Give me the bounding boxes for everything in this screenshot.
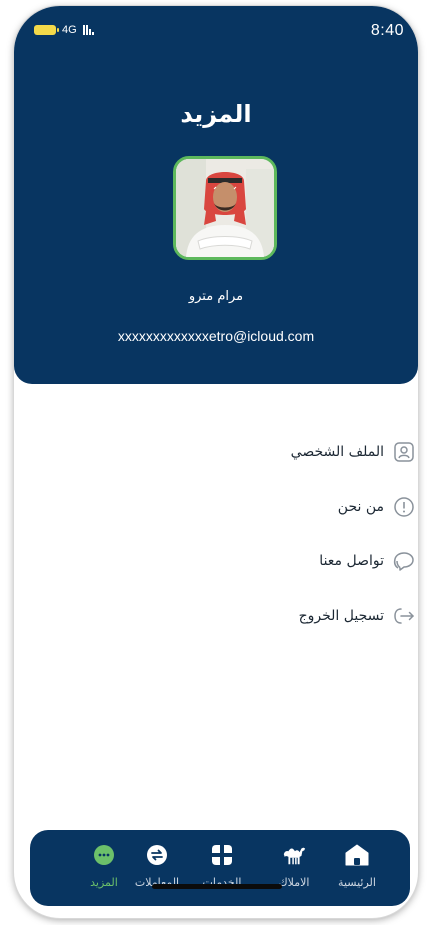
- exchange-icon: [144, 842, 170, 868]
- status-time: 8:40: [370, 22, 404, 39]
- menu-item-label: تواصل معنا: [319, 553, 384, 569]
- status-indicators: 4G: [34, 24, 94, 36]
- page-title: المزيد: [180, 100, 252, 128]
- bottom-nav: الرئيسية الاملاك الخدمات المعاملات المزي…: [30, 830, 410, 906]
- status-bar: 4G 8:40: [14, 6, 418, 54]
- nav-item-more[interactable]: المزيد: [69, 842, 139, 889]
- menu-item-about[interactable]: من نحن: [338, 491, 418, 523]
- profile-header: 4G 8:40 المزيد مرام مترو xxxxxxxxxxxxxet…: [14, 6, 418, 384]
- signal-icon: [82, 25, 94, 35]
- camel-icon: [281, 842, 307, 868]
- home-icon: [344, 842, 370, 868]
- network-type: 4G: [62, 24, 77, 36]
- nav-label: الرئيسية: [338, 876, 376, 889]
- avatar-photo: [176, 159, 274, 257]
- nav-item-home[interactable]: الرئيسية: [322, 842, 392, 889]
- user-icon: [392, 440, 416, 464]
- menu-item-contact[interactable]: تواصل معنا: [319, 545, 418, 577]
- avatar[interactable]: [173, 156, 277, 260]
- menu-item-label: تسجيل الخروج: [298, 608, 384, 624]
- more-icon: [91, 842, 117, 868]
- info-icon: [392, 495, 416, 519]
- menu-item-label: من نحن: [337, 499, 384, 515]
- nav-item-services[interactable]: الخدمات: [187, 842, 257, 889]
- battery-icon: [34, 25, 59, 35]
- home-indicator[interactable]: [152, 884, 282, 889]
- logout-icon: [392, 604, 416, 628]
- chat-icon: [392, 549, 416, 573]
- phone-frame: 4G 8:40 المزيد مرام مترو xxxxxxxxxxxxxet…: [14, 6, 418, 918]
- menu-item-label: الملف الشخصي: [290, 444, 384, 460]
- user-email: xxxxxxxxxxxxxetro@icloud.com: [117, 328, 315, 344]
- user-name: مرام مترو: [188, 289, 244, 304]
- menu-item-profile[interactable]: الملف الشخصي: [291, 436, 418, 468]
- nav-label: الاملاك: [278, 876, 310, 889]
- grid-icon: [209, 842, 235, 868]
- nav-label: المزيد: [90, 876, 118, 889]
- menu-item-logout[interactable]: تسجيل الخروج: [299, 600, 418, 632]
- nav-item-properties[interactable]: الاملاك: [259, 842, 329, 889]
